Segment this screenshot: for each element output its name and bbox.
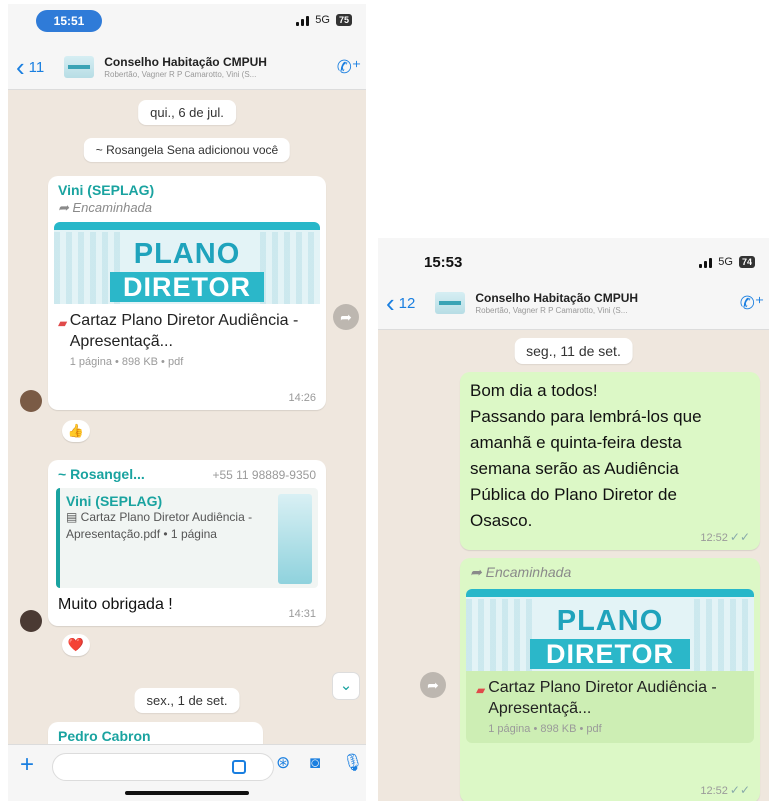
back-button[interactable]: ‹ 12 — [378, 288, 416, 318]
share-icon[interactable]: ➦ — [333, 304, 359, 330]
read-ticks-icon: ✓✓ — [729, 783, 750, 797]
message-sender: Vini (SEPLAG) — [58, 182, 155, 198]
back-button[interactable]: ‹ 11 — [8, 52, 45, 82]
document-title: Cartaz Plano Diretor Audiência - Apresen… — [488, 679, 717, 717]
group-name: Conselho Habitação CMPUH — [104, 55, 267, 69]
forwarded-label: ➦ Encaminhada — [58, 200, 153, 215]
sender-phone: +55 11 98889-9350 — [212, 468, 316, 482]
message-reply[interactable]: ~ Rosangel... +55 11 98889-9350 Vini (SE… — [48, 460, 326, 626]
right-phone-screen: 15:53 5G 74 ‹ 12 Conselho Habitação CMPU… — [378, 238, 769, 801]
read-ticks-icon: ✓✓ — [729, 530, 750, 544]
system-message: ~ Rosangela Sena adicionou você — [83, 138, 291, 162]
quote-text: ▤ Cartaz Plano Diretor Audiência - Apres… — [66, 510, 253, 541]
battery-icon: 75 — [335, 14, 352, 26]
sticker-icon[interactable] — [232, 760, 246, 774]
message-time: 12:52 ✓✓ — [700, 530, 750, 544]
status-indicators: 5G 75 — [296, 14, 352, 26]
chat-header: 15:53 5G 74 ‹ 12 Conselho Habitação CMPU… — [378, 238, 769, 330]
document-preview[interactable]: PLANO DIRETOR — [466, 589, 754, 671]
document-meta: 1 página • 898 KB • pdf — [488, 723, 602, 735]
date-pill: qui., 6 de jul. — [138, 100, 236, 125]
message-time: 14:31 — [288, 608, 316, 620]
group-info[interactable]: Conselho Habitação CMPUH Robertão, Vagne… — [475, 291, 735, 315]
forward-arrow-icon: ➦ — [58, 200, 73, 215]
quoted-message[interactable]: Vini (SEPLAG) ▤ Cartaz Plano Diretor Aud… — [56, 488, 318, 588]
battery-icon: 74 — [738, 256, 755, 268]
avatar[interactable] — [20, 610, 42, 632]
home-indicator — [125, 791, 249, 795]
signal-icon — [296, 15, 310, 26]
network-label: 5G — [315, 14, 330, 26]
group-avatar[interactable] — [435, 292, 466, 314]
document-icon: ▤ — [66, 510, 81, 524]
poster-title-line2: DIRETOR — [545, 639, 674, 669]
chat-header: 15:51 5G 75 ‹ 11 Conselho Habitação CMPU… — [8, 4, 366, 90]
group-members: Robertão, Vagner R P Camarotto, Vini (S.… — [104, 70, 257, 79]
scroll-down-icon[interactable]: ⌄ — [332, 672, 360, 700]
chat-area: seg., 11 de set. Bom dia a todos! Passan… — [378, 330, 769, 801]
date-pill: sex., 1 de set. — [134, 688, 240, 713]
poster-title-line2: DIRETOR — [122, 272, 251, 302]
back-count: 11 — [28, 58, 45, 76]
status-time: 15:51 — [36, 10, 102, 32]
group-members: Robertão, Vagner R P Camarotto, Vini (S.… — [475, 306, 628, 315]
plus-icon[interactable]: + — [20, 751, 34, 779]
document-title: Cartaz Plano Diretor Audiência - Apresen… — [69, 312, 299, 350]
pdf-icon: ▰ — [476, 683, 486, 697]
microphone-icon[interactable]: 🎙 — [342, 753, 364, 773]
status-time: 15:53 — [424, 254, 463, 271]
poster-title-line1: PLANO — [133, 238, 241, 270]
outgoing-message[interactable]: Bom dia a todos! Passando para lembrá-lo… — [460, 372, 760, 550]
message-forwarded-document[interactable]: Vini (SEPLAG) ➦ Encaminhada PLANO DIRETO… — [48, 176, 326, 410]
quote-thumbnail — [278, 494, 312, 584]
message-time: 12:52 ✓✓ — [700, 783, 750, 797]
network-label: 5G — [718, 256, 733, 268]
outgoing-forwarded-document[interactable]: ➦ Encaminhada PLANO DIRETOR ▰ Cartaz Pla… — [460, 558, 760, 801]
document-meta: 1 página • 898 KB • pdf — [69, 356, 184, 368]
avatar[interactable] — [20, 390, 42, 412]
back-chevron-icon: ‹ — [386, 288, 395, 318]
poster-title-line1: PLANO — [556, 605, 664, 637]
input-bar: + ⊛ ◙ 🎙 — [8, 744, 366, 801]
signal-icon — [699, 257, 713, 268]
back-count: 12 — [398, 294, 416, 312]
status-indicators: 5G 74 — [699, 256, 755, 268]
reaction-badge[interactable]: 👍 — [62, 420, 90, 442]
message-time: 14:26 — [288, 392, 316, 404]
left-phone-screen: 15:51 5G 75 ‹ 11 Conselho Habitação CMPU… — [8, 4, 366, 801]
message-sender: ~ Rosangel... — [58, 466, 145, 482]
message-text: Bom dia a todos! Passando para lembrá-lo… — [470, 381, 702, 530]
chat-area: qui., 6 de jul. ~ Rosangela Sena adicion… — [8, 90, 366, 762]
document-preview[interactable]: PLANO DIRETOR — [54, 222, 320, 304]
back-chevron-icon: ‹ — [16, 52, 25, 82]
group-name: Conselho Habitação CMPUH — [475, 291, 639, 305]
message-text: Muito obrigada ! — [58, 596, 173, 613]
add-call-icon[interactable]: ✆⁺ — [735, 293, 769, 314]
group-info[interactable]: Conselho Habitação CMPUH Robertão, Vagne… — [104, 55, 332, 79]
forwarded-label: ➦ Encaminhada — [470, 564, 572, 580]
pdf-icon: ▰ — [58, 316, 68, 330]
add-call-icon[interactable]: ✆⁺ — [332, 57, 366, 78]
group-avatar[interactable] — [64, 56, 95, 78]
forward-arrow-icon: ➦ — [470, 564, 486, 580]
payment-icon[interactable]: ⊛ — [276, 753, 290, 773]
share-icon[interactable]: ➦ — [420, 672, 446, 698]
date-pill: seg., 11 de set. — [514, 338, 633, 364]
quote-author: Vini (SEPLAG) — [66, 493, 163, 509]
reaction-badge[interactable]: ❤️ — [62, 634, 90, 656]
camera-icon[interactable]: ◙ — [310, 753, 320, 773]
document-info[interactable]: ▰ Cartaz Plano Diretor Audiência - Apres… — [48, 304, 326, 376]
document-info[interactable]: ▰ Cartaz Plano Diretor Audiência - Apres… — [466, 671, 754, 743]
